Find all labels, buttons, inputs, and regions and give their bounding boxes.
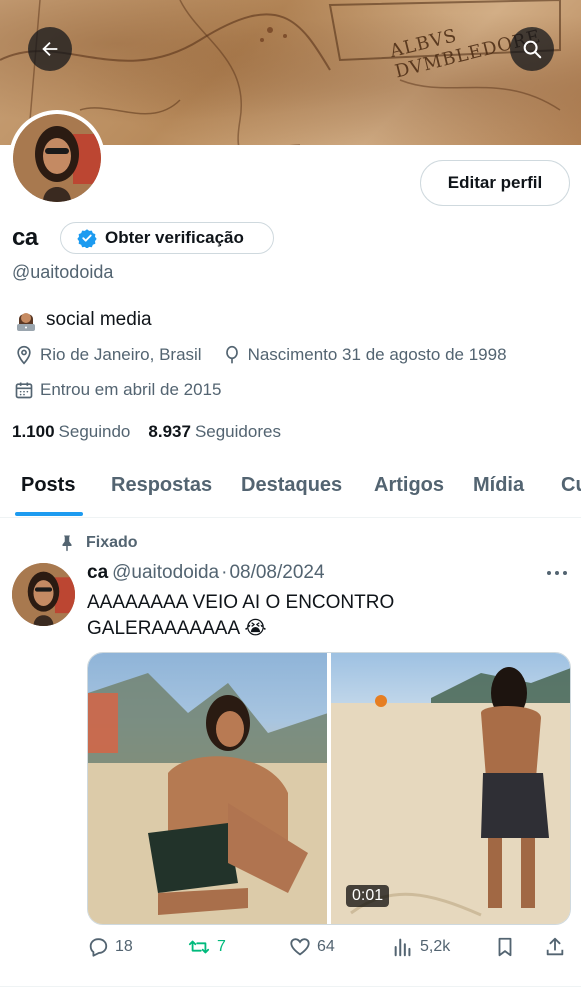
tweet-text: AAAAAAAA VEIO AI O ENCONTRO GALERAAAAAAA… [87, 590, 557, 642]
tweet-author-avatar[interactable] [12, 563, 75, 626]
balloon-icon [225, 345, 238, 364]
bio-text: social media [46, 309, 152, 330]
birthday-item: Nascimento 31 de agosto de 1998 [222, 345, 507, 365]
location-text: Rio de Janeiro, Brasil [40, 345, 202, 364]
tweet-video-thumbnail[interactable] [331, 653, 570, 924]
tweet-actions: 18 7 64 5,2k [87, 936, 571, 960]
followers-label: Seguidores [194, 422, 281, 441]
profile-handle: @uaitodoida [12, 262, 114, 282]
profile-meta-row: Rio de Janeiro, Brasil Nascimento 31 de … [14, 345, 521, 365]
views-count: 5,2k [420, 938, 451, 955]
tab-midia[interactable]: Mídia [473, 474, 524, 497]
tab-destaques[interactable]: Destaques [241, 474, 342, 497]
reply-count: 18 [115, 938, 133, 955]
repost-count: 7 [217, 938, 226, 955]
tab-respostas[interactable]: Respostas [111, 474, 212, 497]
repost-icon [188, 940, 210, 954]
profile-tabs: Posts Respostas Destaques Artigos Mídia … [0, 462, 581, 518]
calendar-icon [15, 382, 33, 399]
avatar-photo [13, 114, 101, 202]
heart-icon [290, 938, 310, 956]
video-duration-badge: 0:01 [346, 885, 390, 907]
tweet-author-handle[interactable]: @uaitodoida [112, 562, 219, 583]
woman-technologist-emoji-icon [17, 313, 35, 331]
reply-icon [89, 938, 108, 957]
repost-button[interactable]: 7 [187, 936, 226, 958]
views-button[interactable]: 5,2k [392, 936, 450, 958]
like-count: 64 [317, 938, 335, 955]
verified-badge-icon [77, 229, 97, 248]
tab-posts[interactable]: Posts [21, 474, 75, 497]
bookmark-icon [498, 937, 512, 957]
location-item: Rio de Janeiro, Brasil [14, 345, 202, 365]
tweet-photo-1[interactable] [88, 653, 327, 924]
tweet-author-name[interactable]: ca [87, 562, 108, 583]
pinned-indicator: Fixado [58, 534, 138, 552]
pin-icon [62, 535, 72, 552]
active-tab-indicator [15, 512, 83, 516]
followers-link[interactable]: 8.937 Seguidores [148, 422, 281, 442]
share-icon [546, 937, 564, 956]
tweet-media[interactable]: 0:01 [87, 652, 571, 925]
profile-bio: social media [14, 308, 152, 332]
followers-count: 8.937 [148, 422, 191, 441]
tweet-header: ca @uaitodoida · 08/08/2024 [87, 562, 325, 584]
beach-photo-standing-man [331, 667, 570, 924]
back-button[interactable] [28, 27, 72, 71]
joined-row: Entrou em abril de 2015 [14, 380, 235, 400]
profile-avatar[interactable] [9, 110, 105, 206]
following-count: 1.100 [12, 422, 55, 441]
birthday-text: Nascimento 31 de agosto de 1998 [247, 345, 507, 364]
tweet-separator: · [221, 562, 228, 583]
joined-text: Entrou em abril de 2015 [40, 380, 222, 399]
tweet-text-line1: AAAAAAAA VEIO AI O ENCONTRO [87, 592, 395, 613]
pinned-label: Fixado [86, 534, 138, 551]
more-options-button[interactable] [546, 560, 568, 583]
tab-artigos[interactable]: Artigos [374, 474, 444, 497]
like-button[interactable]: 64 [289, 936, 335, 958]
arrow-left-icon [42, 41, 58, 57]
tweet-text-line2: GALERAAAAAAA 😭 [87, 618, 267, 639]
tweet-divider [0, 986, 581, 987]
bookmark-button[interactable] [494, 936, 516, 958]
more-dots-icon [547, 571, 567, 575]
tweet-date[interactable]: 08/08/2024 [229, 562, 324, 583]
get-verified-button[interactable]: Obter verificação [60, 222, 274, 254]
profile-name: ca [12, 224, 38, 251]
tab-cursos[interactable]: Cu [561, 474, 581, 497]
get-verified-label: Obter verificação [105, 228, 244, 247]
share-button[interactable] [544, 936, 566, 958]
edit-profile-button[interactable]: Editar perfil [420, 160, 570, 206]
following-label: Seguindo [58, 422, 131, 441]
avatar-photo [12, 563, 75, 626]
search-button[interactable] [510, 27, 554, 71]
beach-photo-seated-man [88, 673, 327, 924]
reply-button[interactable]: 18 [87, 936, 133, 958]
search-icon [523, 40, 542, 59]
following-link[interactable]: 1.100 Seguindo [12, 422, 130, 442]
joined-item: Entrou em abril de 2015 [14, 380, 221, 400]
views-bar-chart-icon [394, 938, 411, 957]
location-pin-icon [17, 345, 31, 365]
follow-stats: 1.100 Seguindo 8.937 Seguidores [12, 422, 281, 442]
